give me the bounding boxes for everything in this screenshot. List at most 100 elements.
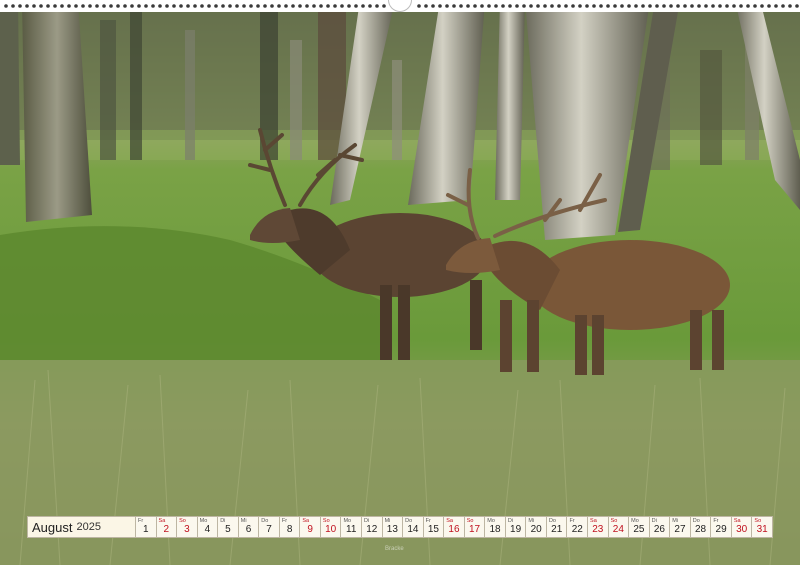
binding-hole	[732, 4, 736, 8]
day-number: 27	[674, 524, 686, 535]
day-number: 30	[736, 524, 748, 535]
binding-hole	[46, 4, 50, 8]
day-cell: Mo 4	[197, 516, 219, 538]
binding-hole	[193, 4, 197, 8]
binding-hole	[53, 4, 57, 8]
binding-hole	[116, 4, 120, 8]
day-cell: Do 21	[546, 516, 568, 538]
day-cell: Mi 20	[526, 516, 547, 538]
binding-hole	[151, 4, 155, 8]
binding-hole	[760, 4, 764, 8]
binding-hole	[564, 4, 568, 8]
day-cell: Fr 1	[136, 516, 157, 538]
day-number: 8	[286, 524, 293, 535]
binding-hole	[291, 4, 295, 8]
binding-hole	[228, 4, 232, 8]
binding-hole	[788, 4, 792, 8]
binding-hole	[172, 4, 176, 8]
binding-hole	[445, 4, 449, 8]
binding-hole	[480, 4, 484, 8]
binding-hole	[207, 4, 211, 8]
day-number: 7	[266, 524, 272, 535]
binding-hole	[144, 4, 148, 8]
binding-hole	[263, 4, 267, 8]
binding-hole	[25, 4, 29, 8]
day-cell: So 31	[752, 516, 773, 538]
binding-hole	[382, 4, 386, 8]
binding-hole	[466, 4, 470, 8]
binding-hole	[333, 4, 337, 8]
month-name: August	[32, 519, 73, 535]
day-cell: So 10	[320, 516, 342, 538]
binding-hole	[529, 4, 533, 8]
binding-hole	[487, 4, 491, 8]
binding-hole	[578, 4, 582, 8]
binding-hole	[494, 4, 498, 8]
day-cells: Fr 1 Sa 2 So 3 Mo 4 Di 5 Mi 6 Do 7 Fr 8 Sa 9 So 10 Mo 11 Di 12 M…	[136, 516, 773, 538]
binding-hole	[662, 4, 666, 8]
day-cell: Mi 27	[670, 516, 691, 538]
binding-hole	[501, 4, 505, 8]
day-cell: So 3	[177, 516, 198, 538]
binding-hole	[32, 4, 36, 8]
binding-hole	[4, 4, 8, 8]
binding-hole	[417, 4, 421, 8]
binding-hole	[39, 4, 43, 8]
day-cell: Fr 22	[567, 516, 589, 538]
binding-hole	[697, 4, 701, 8]
binding-hole	[557, 4, 561, 8]
day-cell: Mo 11	[341, 516, 363, 538]
binding-hole	[354, 4, 358, 8]
binding-hole	[725, 4, 729, 8]
binding-hole	[599, 4, 603, 8]
day-number: 28	[694, 524, 707, 535]
day-cell: Sa 30	[731, 516, 753, 538]
binding-hole	[473, 4, 477, 8]
day-number: 22	[571, 524, 583, 535]
binding-hole	[179, 4, 183, 8]
binding-hole	[200, 4, 204, 8]
binding-hole	[571, 4, 575, 8]
day-cell: Do 28	[690, 516, 712, 538]
day-cell: Di 26	[649, 516, 671, 538]
day-cell: Di 5	[218, 516, 239, 538]
binding-hole	[718, 4, 722, 8]
day-number: 6	[245, 524, 252, 535]
binding-hole	[312, 4, 316, 8]
binding-hole	[585, 4, 589, 8]
binding-hole	[67, 4, 71, 8]
month-label: August 2025	[27, 516, 136, 538]
binding-hole	[326, 4, 330, 8]
day-number: 17	[468, 524, 481, 535]
day-number: 1	[142, 524, 149, 535]
binding-hole	[753, 4, 757, 8]
binding-hole	[284, 4, 288, 8]
day-number: 20	[530, 524, 542, 535]
day-number: 10	[325, 524, 337, 535]
day-number: 26	[653, 524, 665, 535]
day-number: 23	[592, 524, 604, 535]
binding-hole	[683, 4, 687, 8]
binding-hole	[739, 4, 743, 8]
day-number: 18	[489, 524, 501, 535]
binding-hole	[123, 4, 127, 8]
binding-hole	[536, 4, 540, 8]
day-number: 13	[386, 524, 398, 535]
binding-hole	[270, 4, 274, 8]
day-number: 4	[204, 524, 211, 535]
day-number: 9	[307, 524, 313, 535]
binding-hole	[18, 4, 22, 8]
binding-hole	[186, 4, 190, 8]
binding-hole	[676, 4, 680, 8]
binding-hole	[74, 4, 78, 8]
binding-hole	[424, 4, 428, 8]
binding-hole	[256, 4, 260, 8]
photo-credit: Bracke	[385, 546, 404, 552]
day-cell: Fr 15	[423, 516, 445, 538]
day-cell: Sa 16	[444, 516, 465, 538]
binding-hole	[746, 4, 750, 8]
binding-hole	[781, 4, 785, 8]
day-number: 12	[366, 524, 378, 535]
binding-hole	[620, 4, 624, 8]
binding-hole	[459, 4, 463, 8]
